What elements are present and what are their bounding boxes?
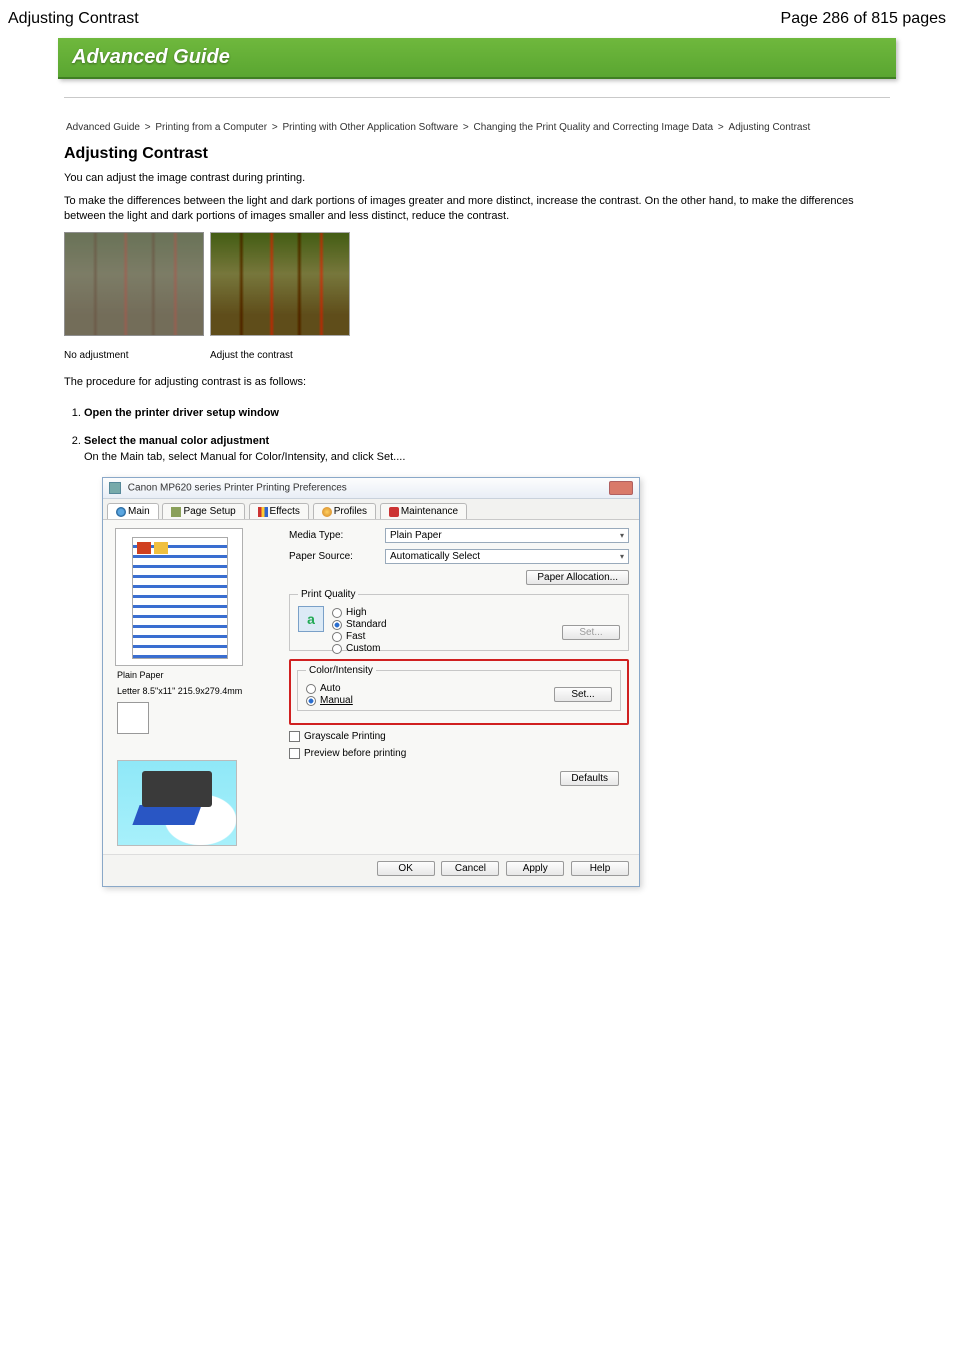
preview-label-size: Letter 8.5"x11" 215.9x279.4mm	[117, 686, 281, 696]
intro-paragraph-1: You can adjust the image contrast during…	[64, 171, 890, 186]
grayscale-checkbox[interactable]: Grayscale Printing	[289, 731, 629, 742]
step-2: Select the manual color adjustment On th…	[84, 435, 890, 887]
quality-icon: a	[298, 606, 324, 632]
procedure-intro: The procedure for adjusting contrast is …	[64, 375, 890, 390]
page-title-right: Page 286 of 815 pages	[781, 10, 946, 28]
defaults-button[interactable]: Defaults	[560, 771, 619, 786]
chevron-down-icon: ▾	[620, 531, 624, 540]
breadcrumb-item[interactable]: Printing with Other Application Software	[282, 122, 458, 133]
breadcrumb: Advanced Guide > Printing from a Compute…	[64, 122, 890, 133]
section-heading: Adjusting Contrast	[64, 145, 890, 163]
tab-main-icon	[116, 507, 126, 517]
quality-set-button[interactable]: Set...	[562, 625, 620, 640]
color-swatch	[117, 702, 149, 734]
color-intensity-highlight: Color/Intensity Auto Manual Set...	[289, 659, 629, 725]
sample-image-row	[64, 232, 890, 336]
paper-allocation-button[interactable]: Paper Allocation...	[526, 570, 629, 585]
print-quality-legend: Print Quality	[298, 589, 358, 600]
paper-source-select[interactable]: Automatically Select▾	[385, 549, 629, 564]
page-title-left: Adjusting Contrast	[8, 10, 139, 28]
quality-high-radio[interactable]: High	[332, 607, 620, 618]
chevron-down-icon: ▾	[620, 552, 624, 561]
intro-paragraph-2: To make the differences between the ligh…	[64, 194, 890, 224]
breadcrumb-item[interactable]: Printing from a Computer	[155, 122, 267, 133]
tab-effects-icon	[258, 507, 268, 517]
ok-button[interactable]: OK	[377, 861, 435, 876]
breadcrumb-item[interactable]: Changing the Print Quality and Correctin…	[474, 122, 714, 133]
preview-label-media: Plain Paper	[117, 670, 281, 680]
ci-set-button[interactable]: Set...	[554, 687, 612, 702]
page-preview	[115, 528, 243, 666]
caption-adjusted: Adjust the contrast	[210, 350, 356, 361]
tab-page-setup[interactable]: Page Setup	[162, 503, 244, 519]
tab-effects[interactable]: Effects	[249, 503, 309, 519]
media-type-label: Media Type:	[289, 530, 379, 541]
banner-advanced-guide: Advanced Guide	[58, 38, 896, 79]
tab-profiles-icon	[322, 507, 332, 517]
sample-image-no-adjust	[64, 232, 204, 336]
color-intensity-legend: Color/Intensity	[306, 665, 376, 676]
tab-page-icon	[171, 507, 181, 517]
breadcrumb-item: Adjusting Contrast	[729, 122, 811, 133]
dialog-title: Canon MP620 series Printer Printing Pref…	[109, 482, 347, 494]
quality-custom-radio[interactable]: Custom	[332, 643, 620, 654]
print-quality-group: Print Quality a High Standard Fast Custo…	[289, 589, 629, 651]
caption-no-adjust: No adjustment	[64, 350, 210, 361]
dialog-tabs: Main Page Setup Effects Profiles Mainten…	[103, 499, 639, 520]
step-2-body: On the Main tab, select Manual for Color…	[84, 451, 405, 463]
cancel-button[interactable]: Cancel	[441, 861, 499, 876]
help-button[interactable]: Help	[571, 861, 629, 876]
sample-image-adjusted	[210, 232, 350, 336]
step-2-title: Select the manual color adjustment	[84, 435, 890, 447]
paper-source-label: Paper Source:	[289, 551, 379, 562]
apply-button[interactable]: Apply	[506, 861, 564, 876]
breadcrumb-item[interactable]: Advanced Guide	[66, 122, 140, 133]
divider	[64, 97, 890, 98]
media-type-select[interactable]: Plain Paper▾	[385, 528, 629, 543]
preview-before-checkbox[interactable]: Preview before printing	[289, 748, 629, 759]
tab-profiles[interactable]: Profiles	[313, 503, 376, 519]
printer-illustration	[117, 760, 237, 846]
tab-main[interactable]: Main	[107, 503, 159, 519]
printing-preferences-dialog: Canon MP620 series Printer Printing Pref…	[102, 477, 640, 887]
close-icon[interactable]	[609, 481, 633, 495]
tab-maintenance-icon	[389, 507, 399, 517]
tab-maintenance[interactable]: Maintenance	[380, 503, 467, 519]
step-1-title: Open the printer driver setup window	[84, 407, 890, 419]
step-1: Open the printer driver setup window	[84, 407, 890, 419]
printer-icon	[109, 482, 121, 494]
